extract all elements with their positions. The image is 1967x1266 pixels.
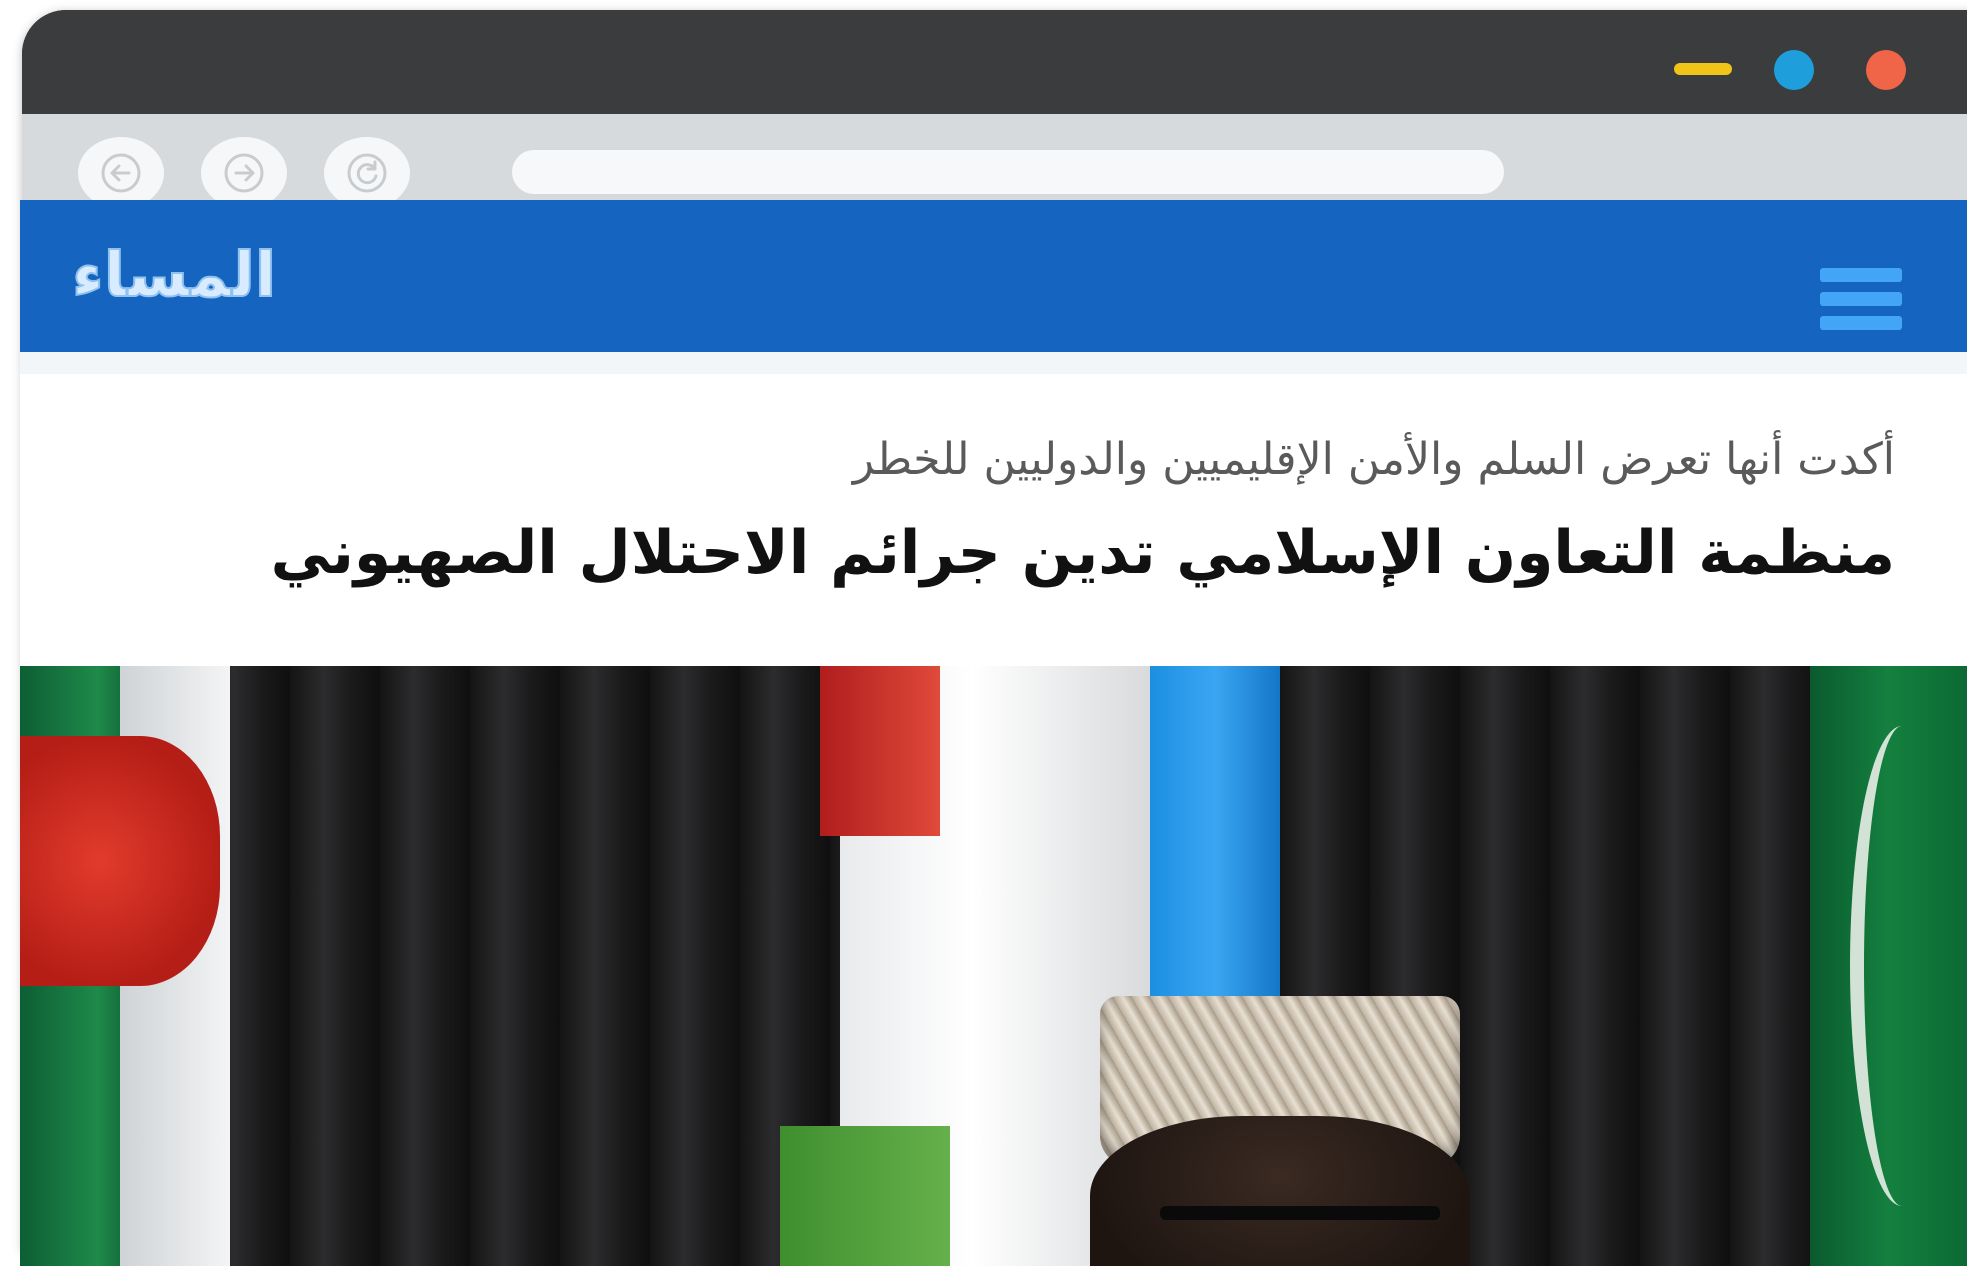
menu-bar-line <box>1820 268 1902 282</box>
back-button[interactable] <box>78 137 164 209</box>
title-bar <box>22 10 1967 114</box>
article-subtitle: أكدت أنها تعرض السلم والأمن الإقليميين و… <box>852 434 1895 485</box>
forward-arrow-icon <box>224 153 264 193</box>
article-headline[interactable]: منظمة التعاون الإسلامي تدين جرائم الاحتل… <box>115 518 1895 588</box>
browser-toolbar <box>22 114 1967 210</box>
site-header: المساء <box>20 200 1967 352</box>
palestine-flag-green <box>780 1126 950 1266</box>
back-arrow-icon <box>101 153 141 193</box>
person-face <box>1090 1116 1470 1266</box>
menu-bar-line <box>1820 316 1902 330</box>
maximize-button[interactable] <box>1774 50 1814 90</box>
website-viewport: المساء أكدت أنها تعرض السلم والأمن الإقل… <box>20 200 1967 1266</box>
forward-button[interactable] <box>201 137 287 209</box>
header-divider <box>20 352 1967 374</box>
hamburger-menu-icon[interactable] <box>1820 268 1902 340</box>
reload-button[interactable] <box>324 137 410 209</box>
minimize-button[interactable] <box>1674 63 1732 75</box>
blue-flag <box>1150 666 1280 996</box>
saudi-flag-script <box>1850 726 1954 1206</box>
close-button[interactable] <box>1866 50 1906 90</box>
algeria-flag-red <box>20 736 220 986</box>
news-photo[interactable] <box>20 666 1967 1266</box>
person-glasses <box>1160 1206 1440 1220</box>
menu-bar-line <box>1820 292 1902 306</box>
reload-icon <box>347 153 387 193</box>
palestine-flag-red <box>820 666 940 836</box>
address-bar[interactable] <box>512 150 1504 194</box>
site-logo[interactable]: المساء <box>71 237 276 312</box>
